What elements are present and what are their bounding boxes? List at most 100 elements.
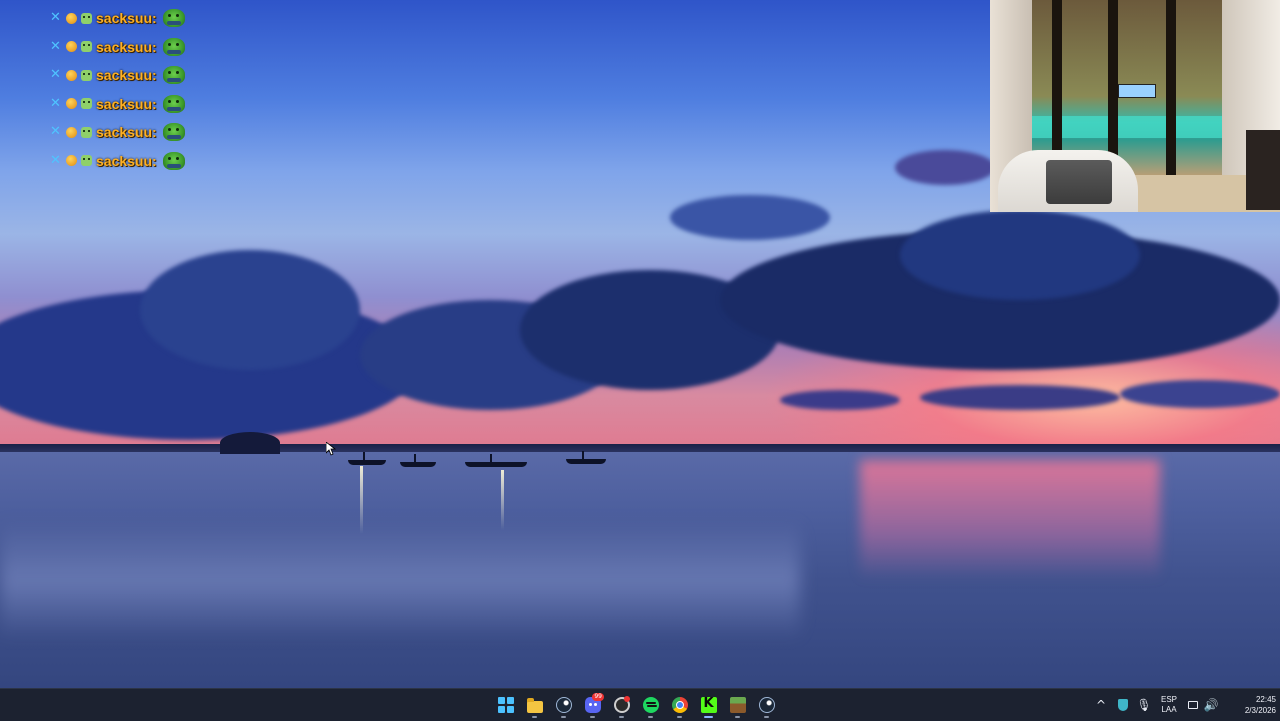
microphone-icon: 🎙 <box>1136 698 1152 712</box>
sword-badge-icon: ✕ <box>50 124 61 140</box>
discord-notification-badge: 99 <box>592 693 604 701</box>
chat-message: ✕ sacksuu: <box>50 90 185 119</box>
chat-message: ✕ sacksuu: <box>50 33 185 62</box>
chat-message: ✕ sacksuu: <box>50 4 185 33</box>
frog-emote-icon <box>162 94 185 113</box>
wallpaper-boat <box>566 451 606 464</box>
start-button[interactable] <box>494 691 517 719</box>
wallpaper-cloud <box>780 390 900 410</box>
taskbar-obs[interactable] <box>610 691 633 719</box>
webcam-door-frame <box>1108 0 1118 175</box>
taskbar-kick[interactable] <box>697 691 720 719</box>
bot-badge-icon <box>81 41 92 53</box>
bot-badge-icon <box>81 98 92 110</box>
coin-badge-icon <box>66 69 77 81</box>
clock-button[interactable]: 22:45 2/3/2026 <box>1220 694 1280 716</box>
language-indicator[interactable]: ESP LAA <box>1154 695 1184 715</box>
security-tray-button[interactable] <box>1112 699 1134 711</box>
wallpaper-boat <box>465 454 527 467</box>
sword-badge-icon: ✕ <box>50 67 61 83</box>
frog-emote-icon <box>162 151 185 170</box>
wallpaper-horizon <box>0 444 1280 452</box>
spotify-icon <box>642 697 659 713</box>
coin-badge-icon <box>66 155 77 167</box>
kick-icon <box>700 696 717 713</box>
taskbar-steam[interactable] <box>552 691 575 719</box>
sword-badge-icon: ✕ <box>50 38 61 54</box>
steam-icon <box>758 697 775 713</box>
chat-message: ✕ sacksuu: <box>50 61 185 90</box>
wallpaper-cloud <box>1120 380 1280 408</box>
taskbar-chrome[interactable] <box>668 691 691 719</box>
chat-username: sacksuu: <box>96 10 157 27</box>
wallpaper-cloud <box>920 385 1120 410</box>
chat-username: sacksuu: <box>96 67 157 84</box>
chat-username: sacksuu: <box>96 152 157 169</box>
chat-username: sacksuu: <box>96 38 157 55</box>
sword-badge-icon: ✕ <box>50 152 61 168</box>
network-tray-button[interactable] <box>1184 701 1202 709</box>
taskbar-spotify[interactable] <box>639 691 662 719</box>
wallpaper-cloud <box>140 250 360 370</box>
frog-emote-icon <box>162 66 185 85</box>
speaker-icon: 🔊 <box>1203 698 1219 712</box>
frog-emote-icon <box>162 9 185 28</box>
bot-badge-icon <box>81 155 92 167</box>
network-icon <box>1188 701 1198 709</box>
wallpaper-cloud <box>900 210 1140 300</box>
clock-date: 2/3/2026 <box>1244 706 1276 715</box>
wallpaper-reflection <box>0 520 800 640</box>
chrome-icon <box>671 697 688 713</box>
webcam-door-frame <box>1166 0 1176 175</box>
obs-icon <box>613 696 630 713</box>
taskbar: 99 ^ 🎙 ESP LAA <box>0 688 1280 721</box>
wallpaper-sunset-reflection <box>860 460 1160 580</box>
sword-badge-icon: ✕ <box>50 10 61 26</box>
taskbar-steam-2[interactable] <box>755 691 778 719</box>
wallpaper-light-reflection <box>501 470 504 530</box>
coin-badge-icon <box>66 98 77 110</box>
keyboard-layout-code: LAA <box>1161 705 1177 714</box>
show-hidden-icons-button[interactable]: ^ <box>1090 698 1112 712</box>
bot-badge-icon <box>81 126 92 138</box>
wallpaper-cloud <box>895 150 995 185</box>
chat-username: sacksuu: <box>96 124 157 141</box>
chevron-up-icon: ^ <box>1095 698 1107 712</box>
wallpaper-boat <box>348 452 386 465</box>
bot-badge-icon <box>81 69 92 81</box>
frog-emote-icon <box>162 37 185 56</box>
shield-icon <box>1118 699 1128 711</box>
folder-icon <box>526 697 543 713</box>
steam-icon <box>555 697 572 713</box>
taskbar-file-explorer[interactable] <box>523 691 546 719</box>
sword-badge-icon: ✕ <box>50 95 61 111</box>
webcam-overlay <box>990 0 1280 212</box>
chat-overlay: ✕ sacksuu: ✕ sacksuu: ✕ sacksuu: ✕ sacks… <box>50 4 185 175</box>
chat-message: ✕ sacksuu: <box>50 147 185 176</box>
frog-emote-icon <box>162 123 185 142</box>
minecraft-icon <box>729 697 746 713</box>
taskbar-discord[interactable]: 99 <box>581 691 604 719</box>
chat-username: sacksuu: <box>96 95 157 112</box>
volume-tray-button[interactable]: 🔊 <box>1202 698 1220 712</box>
wallpaper-hill <box>220 432 280 454</box>
taskbar-minecraft[interactable] <box>726 691 749 719</box>
webcam-cushion <box>1046 160 1112 204</box>
webcam-tv <box>1118 84 1156 98</box>
taskbar-apps: 99 <box>494 689 778 721</box>
wallpaper-boat <box>400 454 436 467</box>
windows-start-icon <box>497 697 514 713</box>
wallpaper-cloud <box>670 195 830 240</box>
webcam-shelf <box>1246 130 1280 210</box>
system-tray: ^ 🎙 ESP LAA 🔊 22:45 2/3/2026 <box>1090 689 1280 721</box>
webcam-door-frame <box>1052 0 1062 175</box>
chat-message: ✕ sacksuu: <box>50 118 185 147</box>
coin-badge-icon <box>66 41 77 53</box>
clock-time: 22:45 <box>1255 695 1276 704</box>
coin-badge-icon <box>66 126 77 138</box>
coin-badge-icon <box>66 12 77 24</box>
microphone-tray-button[interactable]: 🎙 <box>1134 698 1154 712</box>
bot-badge-icon <box>81 12 92 24</box>
wallpaper-light-reflection <box>360 466 363 534</box>
language-code: ESP <box>1160 695 1177 704</box>
